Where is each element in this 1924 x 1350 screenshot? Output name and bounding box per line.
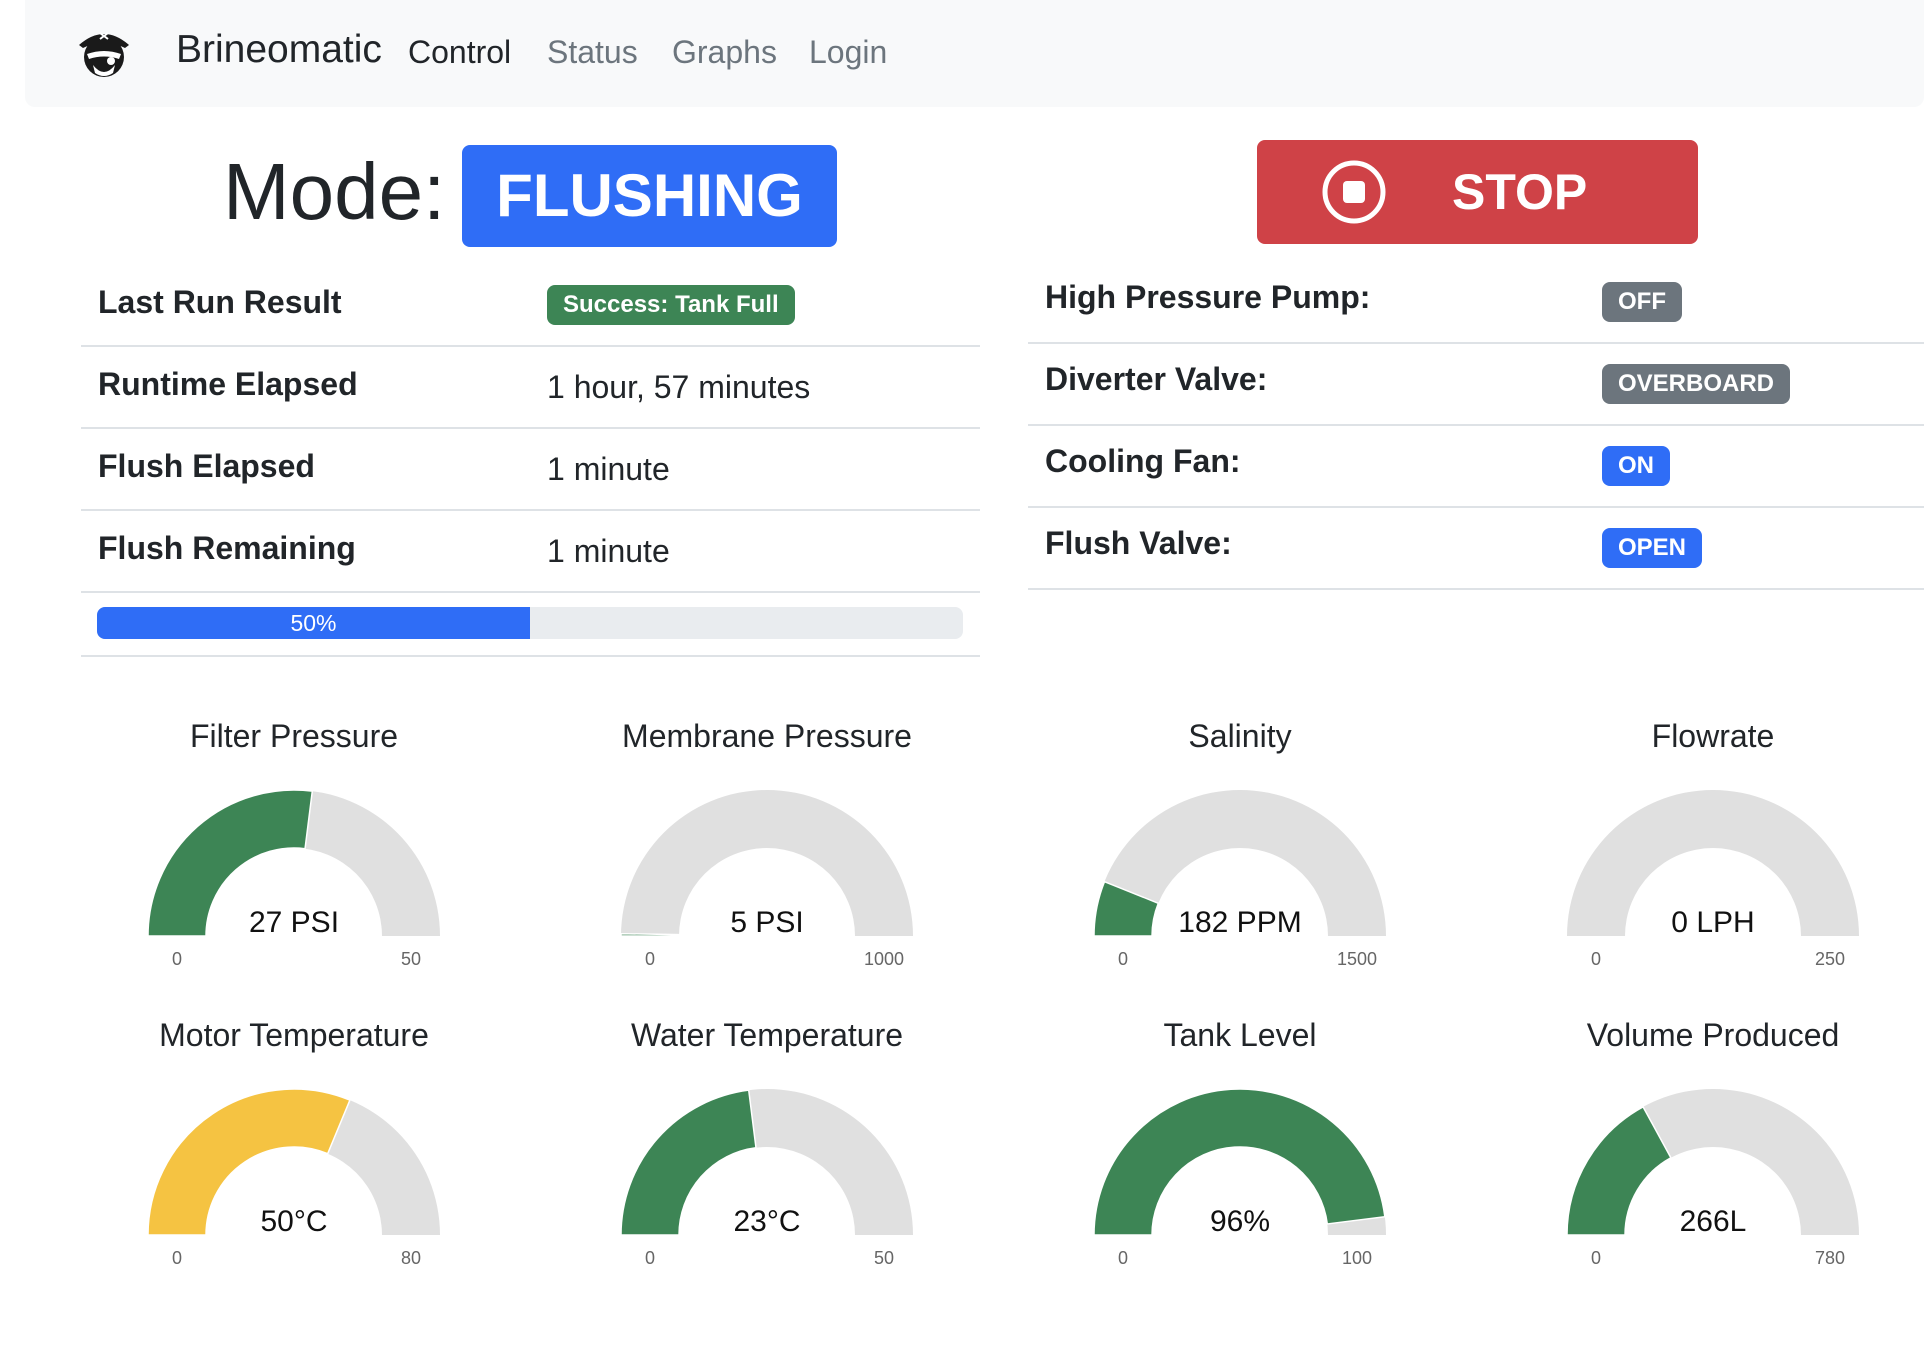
runtime-elapsed-value: 1 hour, 57 minutes	[547, 369, 811, 405]
flush-remaining-value: 1 minute	[547, 533, 670, 569]
gauge-max-label: 250	[1815, 949, 1845, 969]
component-row-flush-valve: Flush Valve: OPEN	[1028, 508, 1924, 590]
status-badge: OFF	[1602, 282, 1682, 322]
gauge-value-label: 182 PPM	[1178, 906, 1301, 939]
divider	[81, 655, 980, 657]
stop-button-label: STOP	[1452, 164, 1588, 220]
gauge-max-label: 80	[401, 1248, 421, 1268]
gauge-chart: 266L 0 780	[1566, 1089, 1859, 1268]
row-label: High Pressure Pump:	[1045, 279, 1371, 315]
gauge-value-label: 0 LPH	[1671, 906, 1754, 939]
gauge: Filter Pressure 27 PSI 0 50	[57, 718, 531, 1018]
gauge-max-label: 50	[401, 949, 421, 969]
gauge-max-label: 50	[874, 1248, 894, 1268]
flush-elapsed-value: 1 minute	[547, 451, 670, 487]
gauge-min-label: 0	[1591, 1248, 1601, 1268]
nav-link-login[interactable]: Login	[809, 34, 887, 71]
gauge-max-label: 1000	[864, 949, 904, 969]
gauge-min-label: 0	[1118, 949, 1128, 969]
row-label: Flush Remaining	[98, 530, 356, 566]
gauge-value-arc	[620, 932, 680, 937]
gauge-value-label: 50°C	[260, 1205, 327, 1238]
gauge-value-label: 27 PSI	[249, 906, 339, 939]
run-table-row: Flush Remaining 1 minute	[81, 511, 980, 593]
gauge-max-label: 780	[1815, 1248, 1845, 1268]
gauge: Motor Temperature 50°C 0 80	[57, 1017, 531, 1317]
gauge: Tank Level 96% 0 100	[1003, 1017, 1477, 1317]
brand-name[interactable]: Brineomatic	[176, 28, 382, 72]
status-badge: OVERBOARD	[1602, 364, 1791, 404]
gauge-chart: 50°C 0 80	[147, 1088, 440, 1268]
row-label: Flush Elapsed	[98, 448, 315, 484]
gauge: Membrane Pressure 5 PSI 0 1000	[530, 718, 1004, 1018]
nav-link-control[interactable]: Control	[408, 34, 511, 71]
gauge-value-label: 23°C	[733, 1205, 800, 1238]
row-label: Last Run Result	[98, 284, 342, 320]
gauge-min-label: 0	[172, 949, 182, 969]
nav-link-status[interactable]: Status	[547, 34, 638, 71]
gauge-max-label: 100	[1342, 1248, 1372, 1268]
gauge: Flowrate 0 LPH 0 250	[1476, 718, 1924, 1018]
gauge-value-label: 96%	[1210, 1205, 1270, 1238]
component-row-cooling-fan: Cooling Fan: ON	[1028, 426, 1924, 508]
mode-label: Mode:	[223, 147, 446, 236]
gauge: Water Temperature 23°C 0 50	[530, 1017, 1004, 1317]
run-table-row: Last Run Result Success: Tank Full	[81, 265, 980, 347]
gauge-chart: 0 LPH 0 250	[1567, 790, 1859, 969]
nav-link-graphs[interactable]: Graphs	[672, 34, 777, 71]
gauge-value-label: 5 PSI	[730, 906, 803, 939]
gauge-min-label: 0	[645, 949, 655, 969]
gauge-min-label: 0	[645, 1248, 655, 1268]
row-label: Runtime Elapsed	[98, 366, 358, 402]
gauge-min-label: 0	[172, 1248, 182, 1268]
row-label: Flush Valve:	[1045, 525, 1232, 561]
row-label: Cooling Fan:	[1045, 443, 1241, 479]
status-badge: ON	[1602, 446, 1670, 486]
gauge-min-label: 0	[1591, 949, 1601, 969]
flush-progress-bar: 50%	[97, 607, 963, 639]
gauge-min-label: 0	[1118, 1248, 1128, 1268]
gauge: Salinity 182 PPM 0 1500	[1003, 718, 1477, 1018]
component-row-high-pressure-pump: High Pressure Pump: OFF	[1028, 262, 1924, 344]
gauge-chart: 5 PSI 0 1000	[620, 790, 913, 969]
gauge-max-label: 1500	[1337, 949, 1377, 969]
stop-circle-icon	[1322, 160, 1386, 224]
last-run-result-badge: Success: Tank Full	[547, 285, 795, 325]
gauge-chart: 23°C 0 50	[620, 1089, 913, 1268]
gauge-chart: 182 PPM 0 1500	[1093, 790, 1386, 969]
gauge-value-label: 266L	[1680, 1205, 1747, 1238]
progress-label: 50%	[290, 610, 337, 636]
progress-fill: 50%	[97, 607, 530, 639]
status-badge: OPEN	[1602, 528, 1703, 568]
gauge-chart: 96% 0 100	[1093, 1088, 1386, 1268]
navbar: Brineomatic Control Status Graphs Login	[25, 0, 1924, 107]
gauge-chart: 27 PSI 0 50	[147, 789, 440, 969]
run-table-row: Runtime Elapsed 1 hour, 57 minutes	[81, 347, 980, 429]
row-label: Diverter Valve:	[1045, 361, 1268, 397]
pirate-logo-icon[interactable]	[73, 21, 135, 83]
run-table-row: Flush Elapsed 1 minute	[81, 429, 980, 511]
component-row-diverter-valve: Diverter Valve: OVERBOARD	[1028, 344, 1924, 426]
gauge: Volume Produced 266L 0 780	[1476, 1017, 1924, 1317]
stop-button[interactable]: STOP	[1257, 140, 1698, 244]
mode-badge: FLUSHING	[462, 145, 837, 247]
